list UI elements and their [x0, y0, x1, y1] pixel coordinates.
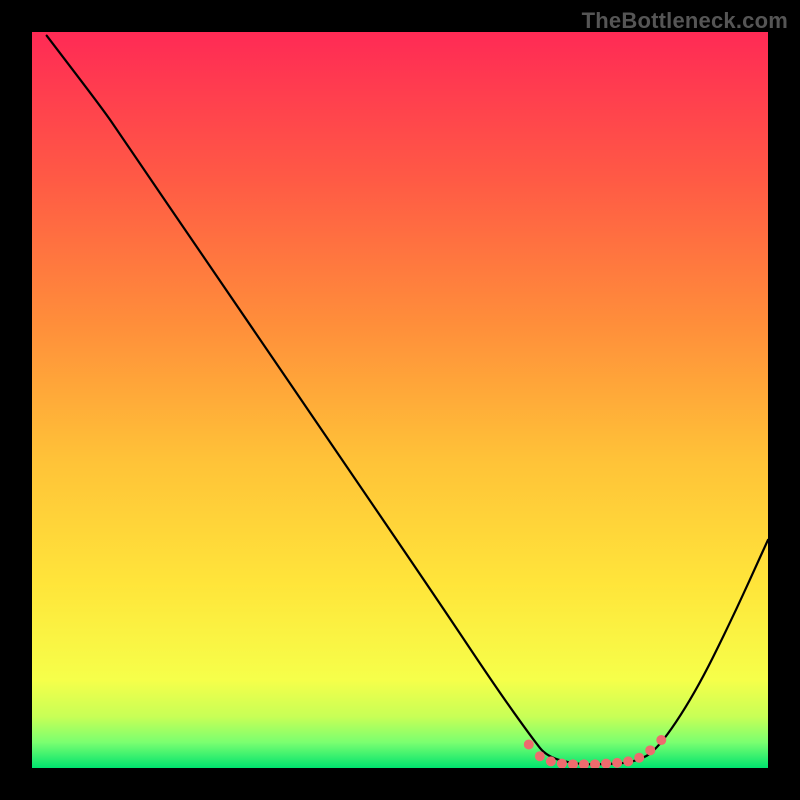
- chart-svg: [32, 32, 768, 768]
- watermark-text: TheBottleneck.com: [582, 8, 788, 34]
- chart-frame: TheBottleneck.com: [0, 0, 800, 800]
- dot-marker: [546, 756, 556, 766]
- dot-marker: [634, 753, 644, 763]
- dot-marker: [524, 739, 534, 749]
- dot-marker: [623, 756, 633, 766]
- dot-marker: [645, 745, 655, 755]
- gradient-background: [32, 32, 768, 768]
- dot-marker: [612, 758, 622, 768]
- dot-marker: [535, 751, 545, 761]
- plot-area: [32, 32, 768, 768]
- dot-marker: [656, 735, 666, 745]
